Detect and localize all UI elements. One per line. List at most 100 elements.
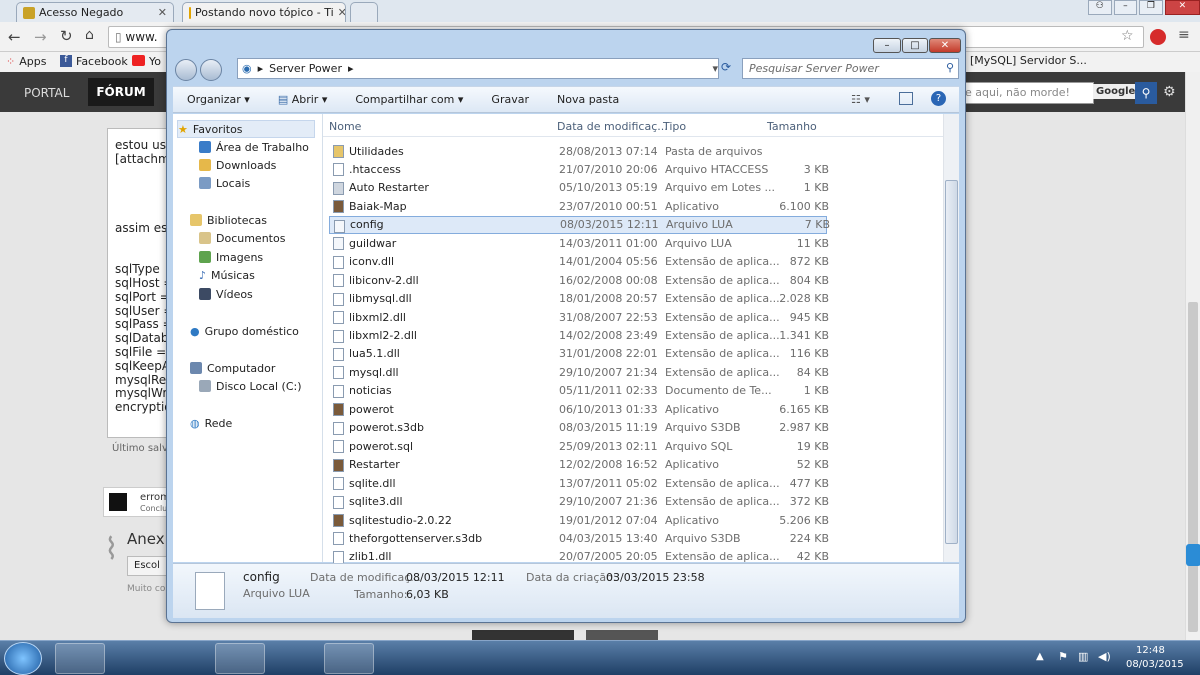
table-row[interactable]: Baiak-Map 23/07/2010 00:51 Aplicativo 6.100… [329,197,829,215]
breadcrumb[interactable]: Server Power [269,62,342,75]
table-row[interactable]: .htaccess 21/07/2010 20:06 Arquivo HTACCES… [329,160,829,178]
table-row[interactable]: Auto Restarter 05/10/2013 05:19 Arquivo em… [329,179,829,197]
organize-button[interactable]: Organizar ▾ [173,93,264,106]
refresh-icon[interactable]: ⟳ [721,60,739,78]
nav-forum[interactable]: FÓRUM [88,78,154,106]
preview-pane-icon[interactable] [899,92,913,105]
table-row[interactable]: noticias 05/11/2011 02:33 Documento de Te.… [329,382,829,400]
file-icon [333,421,344,435]
back-icon[interactable]: ← [8,28,21,46]
close-icon[interactable]: ✕ [929,38,961,53]
nav-libraries[interactable]: Bibliotecas [190,211,338,229]
nav-network[interactable]: ◍ Rede [190,414,338,432]
opera-icon[interactable] [1150,29,1166,45]
explorer-search-input[interactable]: Pesquisar Server Power ⚲ [742,58,959,79]
volume-icon[interactable]: ◀) [1098,650,1111,663]
maximize-icon[interactable]: □ [902,38,928,53]
table-row[interactable]: sqlite.dll 13/07/2011 05:02 Extensão de ap… [329,474,829,492]
flag-icon[interactable]: ⚑ [1058,650,1068,663]
table-row[interactable]: mysql.dll 29/10/2007 21:34 Extensão de apl… [329,363,829,381]
post-editor[interactable]: estou usa[attachme assim es sqlTypesqlHost… [107,128,167,438]
choose-file-button[interactable]: Escol [127,556,167,576]
close-window-icon[interactable]: ✕ [1164,0,1200,15]
start-button[interactable] [4,642,42,675]
close-icon[interactable]: ✕ [338,6,345,19]
minimize-icon[interactable]: – [873,38,901,53]
table-row[interactable]: sqlite3.dll 29/10/2007 21:36 Extensão de a… [329,493,829,511]
preview-button[interactable] [586,630,658,640]
bookmark-youtube[interactable]: Yo [132,55,161,68]
burn-button[interactable]: Gravar [477,93,543,106]
home-icon[interactable]: ⌂ [85,27,94,43]
right-tab-text[interactable]: [MySQL] Servidor S... [970,54,1087,67]
share-button[interactable]: Compartilhar com ▾ [341,93,477,106]
search-icon[interactable]: ⚲ [1135,82,1157,104]
scrollbar-thumb[interactable] [945,180,958,544]
view-options-icon[interactable]: ☷ ▾ [851,93,870,106]
bookmark-apps[interactable]: ⁘ Apps [6,55,46,68]
explorer-taskbar-icon[interactable] [55,643,105,674]
column-header-date[interactable]: Data de modificaç... [557,120,668,133]
table-row[interactable]: libxml2-2.dll 14/02/2008 23:49 Extensão de… [329,327,829,345]
clock-date[interactable]: 08/03/2015 [1126,659,1184,670]
site-search-input[interactable]: e aqui, não morde! [960,82,1094,104]
forward-icon[interactable]: → [34,28,47,46]
bookmark-facebook[interactable]: f Facebook [60,55,128,68]
tray-expand-icon[interactable]: ▲ [1036,651,1044,662]
details-size: 6,03 KB [406,588,449,601]
ie-taskbar-icon[interactable] [109,643,159,674]
tab-acesso-negado[interactable]: Acesso Negado ✕ [16,2,174,22]
column-header-type[interactable]: Tipo [663,120,686,133]
file-date: 12/02/2008 16:52 [559,458,658,472]
nav-portal[interactable]: PORTAL [24,86,69,100]
nav-favorites[interactable]: ★ Favoritos [177,120,315,138]
nav-computer[interactable]: Computador [190,359,338,377]
table-row[interactable]: libxml2.dll 31/08/2007 22:53 Extensão de a… [329,308,829,326]
reload-icon[interactable]: ↻ [60,27,73,45]
new-tab-button[interactable] [350,2,378,22]
media-player-taskbar-icon[interactable] [162,643,212,674]
chrome-taskbar-icon[interactable] [215,643,265,674]
chevron-down-icon[interactable]: ▾ [712,62,718,75]
open-button[interactable]: ▤ Abrir ▾ [264,93,342,106]
table-row[interactable]: lua5.1.dll 31/01/2008 22:01 Extensão de ap… [329,345,829,363]
tab-postando[interactable]: Postando novo tópico - Ti ✕ [182,2,346,22]
table-row[interactable]: powerot 06/10/2013 01:33 Aplicativo 6.165 K… [329,400,829,418]
scrollbar-thumb[interactable] [1188,302,1198,632]
new-folder-button[interactable]: Nova pasta [543,93,633,106]
table-row[interactable]: config 08/03/2015 12:11 Arquivo LUA 7 KB [329,215,830,234]
table-row[interactable]: iconv.dll 14/01/2004 05:56 Extensão de apl… [329,253,829,271]
teamviewer-taskbar-icon[interactable] [270,643,320,674]
bookmark-star-icon[interactable]: ☆ [1121,28,1134,44]
column-header-name[interactable]: Nome [329,120,361,133]
table-row[interactable]: theforgottenserver.s3db 04/03/2015 13:40 A… [329,529,829,547]
table-row[interactable]: Utilidades 28/08/2013 07:14 Pasta de arqui… [329,142,827,160]
explorer-address-bar[interactable]: ◉ ▸ Server Power ▸ ▾ [237,58,719,79]
table-row[interactable]: sqlitestudio-2.0.22 19/01/2012 07:04 Aplic… [329,511,829,529]
table-row[interactable]: powerot.s3db 08/03/2015 11:19 Arquivo S3DB… [329,419,829,437]
back-icon[interactable] [175,59,197,81]
table-row[interactable]: guildwar 14/03/2011 01:00 Arquivo LUA 11 KB [329,234,829,252]
table-row[interactable]: libiconv-2.dll 16/02/2008 00:08 Extensão d… [329,271,829,289]
file-list-scrollbar[interactable] [943,114,959,562]
menu-icon[interactable]: ≡ [1178,27,1190,43]
table-row[interactable]: Restarter 12/02/2008 16:52 Aplicativo 52 KB [329,456,829,474]
page-scrollbar[interactable] [1185,72,1200,640]
user-icon[interactable]: ⚇ [1088,0,1112,15]
table-row[interactable]: powerot.sql 25/09/2013 02:11 Arquivo SQL 19… [329,437,829,455]
file-type: Aplicativo [665,402,720,416]
network-tray-icon[interactable]: ▥ [1078,650,1088,663]
notepad-taskbar-icon[interactable] [324,643,374,674]
table-row[interactable]: libmysql.dll 18/01/2008 20:57 Extensão de … [329,290,829,308]
column-header-size[interactable]: Tamanho [767,120,817,133]
submit-button[interactable] [472,630,574,640]
minimize-icon[interactable]: – [1113,0,1138,15]
help-icon[interactable]: ? [931,91,946,106]
forward-icon[interactable] [200,59,222,81]
close-icon[interactable]: ✕ [158,6,167,19]
clock-time[interactable]: 12:48 [1136,645,1165,656]
teamviewer-icon[interactable] [1186,544,1200,566]
gear-icon[interactable]: ⚙ [1163,84,1176,100]
restore-icon[interactable]: ❐ [1139,0,1163,15]
nav-homegroup[interactable]: ● Grupo doméstico [190,322,338,340]
